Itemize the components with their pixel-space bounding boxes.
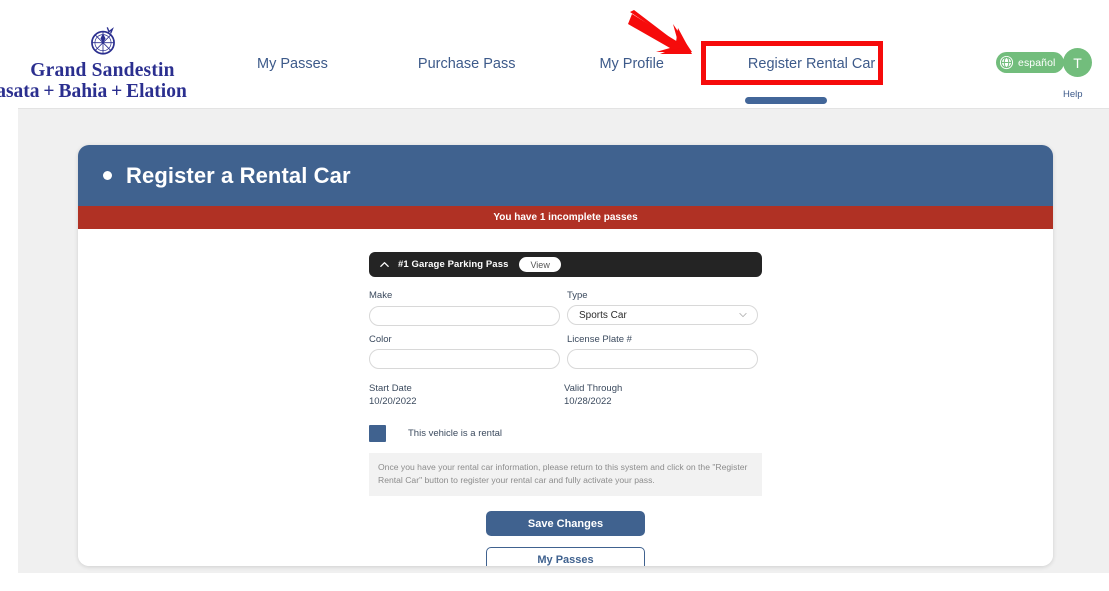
incomplete-passes-alert: You have 1 incomplete passes (78, 206, 1053, 229)
color-field-group: Color (369, 333, 564, 369)
language-toggle[interactable]: español (996, 52, 1065, 73)
make-input[interactable] (369, 305, 560, 326)
pass-accordion-header[interactable]: #1 Garage Parking Pass View (369, 252, 762, 277)
view-pass-button[interactable]: View (519, 257, 561, 272)
save-changes-button[interactable]: Save Changes (486, 511, 645, 536)
nav-item-my-profile[interactable]: My Profile (597, 52, 665, 76)
horizontal-scrollbar[interactable] (745, 97, 827, 104)
top-navigation-bar: Grand Sandestin asata + Bahia + Elation … (0, 0, 1109, 108)
help-link[interactable]: Help (1063, 89, 1083, 100)
brand-logo[interactable]: Grand Sandestin asata + Bahia + Elation (0, 24, 205, 102)
app-page: Grand Sandestin asata + Bahia + Elation … (0, 0, 1109, 591)
form-actions: Save Changes My Passes (369, 511, 762, 566)
brand-name-line-2: asata + Bahia + Elation (0, 81, 187, 102)
is-rental-label: This vehicle is a rental (408, 428, 502, 439)
compass-rose-icon (90, 27, 115, 55)
date-row: Start Date 10/20/2022 Valid Through 10/2… (369, 383, 762, 407)
page-title: Register a Rental Car (126, 162, 351, 188)
pass-title: #1 Garage Parking Pass (398, 259, 509, 270)
start-date-label: Start Date (369, 383, 412, 394)
license-plate-field-group: License Plate # (567, 333, 762, 369)
type-select[interactable]: Sports Car (567, 305, 758, 325)
start-date-value: 10/20/2022 (369, 396, 417, 407)
make-field-group: Make (369, 290, 564, 326)
type-field-group: Type Sports Car (567, 290, 762, 326)
valid-through-group: Valid Through 10/28/2022 (564, 383, 759, 407)
user-avatar[interactable]: T (1063, 48, 1092, 77)
rental-info-text: Once you have your rental car informatio… (369, 453, 762, 496)
register-rental-car-card: Register a Rental Car You have 1 incompl… (78, 145, 1053, 566)
my-passes-button[interactable]: My Passes (486, 547, 645, 566)
main-nav: My Passes Purchase Pass My Profile Regis… (255, 52, 877, 76)
globe-icon (999, 55, 1014, 70)
vehicle-fields-grid: Make Type Sports Car Color License Plate… (369, 290, 762, 369)
type-label: Type (567, 290, 588, 301)
language-label: español (1018, 56, 1056, 69)
valid-through-value: 10/28/2022 (564, 396, 612, 407)
nav-item-my-passes[interactable]: My Passes (255, 52, 330, 76)
card-header: Register a Rental Car (78, 145, 1053, 206)
rental-car-form: #1 Garage Parking Pass View Make Type Sp… (369, 252, 762, 566)
chevron-up-icon[interactable] (379, 259, 390, 270)
rental-checkbox-row: This vehicle is a rental (369, 425, 762, 442)
nav-item-purchase-pass[interactable]: Purchase Pass (416, 52, 518, 76)
make-label: Make (369, 290, 393, 301)
is-rental-checkbox[interactable] (369, 425, 386, 442)
nav-item-register-rental-car[interactable]: Register Rental Car (746, 52, 877, 76)
dot-icon (103, 171, 112, 180)
start-date-group: Start Date 10/20/2022 (369, 383, 564, 407)
type-select-value: Sports Car (579, 309, 627, 321)
color-label: Color (369, 333, 392, 345)
valid-through-label: Valid Through (564, 383, 623, 394)
color-input[interactable] (369, 349, 560, 369)
license-plate-input[interactable] (567, 349, 758, 369)
license-plate-label: License Plate # (567, 333, 632, 345)
chevron-down-icon (739, 313, 747, 318)
card-body: #1 Garage Parking Pass View Make Type Sp… (78, 229, 1053, 566)
brand-name-line-1: Grand Sandestin (30, 60, 175, 81)
